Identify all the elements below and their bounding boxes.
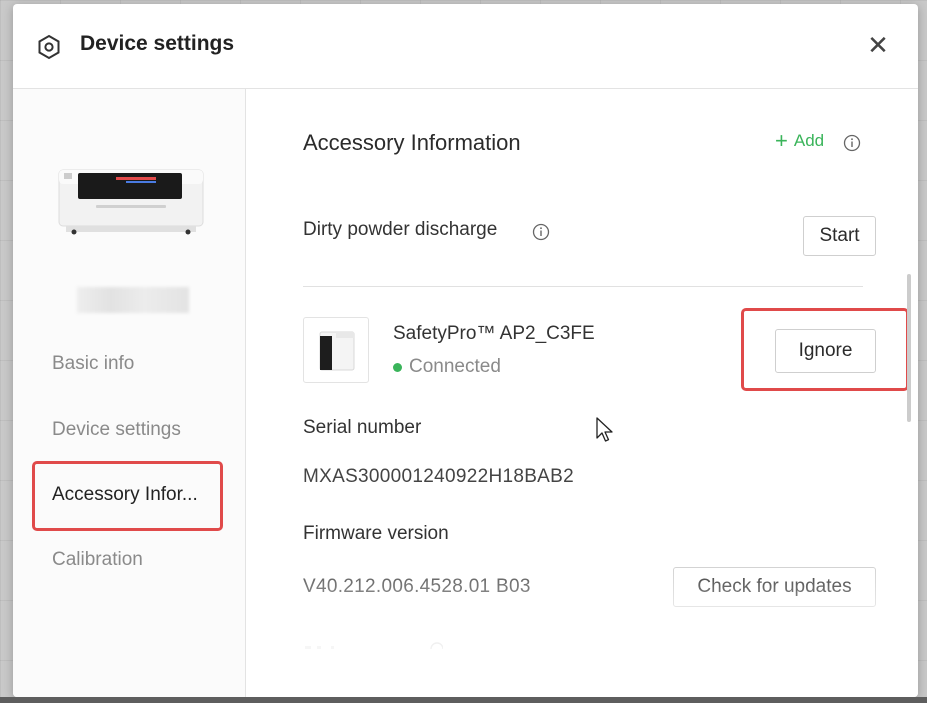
serial-number-value: MXAS300001240922H18BAB2	[303, 466, 574, 487]
info-icon[interactable]	[843, 134, 861, 152]
firmware-version-label: Firmware version	[303, 523, 449, 544]
start-button[interactable]: Start	[803, 216, 876, 256]
printer-image	[58, 169, 204, 235]
divider	[303, 286, 863, 287]
connection-status: Connected	[393, 356, 501, 378]
mouse-cursor-icon	[596, 417, 613, 442]
device-name-redacted	[77, 287, 189, 313]
dialog-title: Device settings	[80, 32, 235, 55]
hexagon-gear-icon	[38, 34, 60, 60]
main-content: Accessory Information + Add Dirty powder…	[246, 89, 918, 697]
firmware-version-value: V40.212.006.4528.01 B03	[303, 576, 531, 597]
plus-icon: +	[775, 128, 788, 153]
status-text: Connected	[409, 356, 501, 377]
dirty-powder-label: Dirty powder discharge	[303, 219, 498, 240]
accessory-name: SafetyPro™ AP2_C3FE	[393, 323, 595, 344]
air-purifier-image	[319, 331, 355, 371]
device-settings-dialog: Device settings ✕ Basic info Device sett…	[13, 4, 918, 697]
dialog-header: Device settings ✕	[13, 4, 918, 89]
add-label: Add	[793, 131, 825, 150]
sidebar-item-basic-info[interactable]: Basic info	[52, 353, 134, 375]
accessory-thumbnail	[303, 317, 369, 383]
add-button[interactable]: + Add	[775, 128, 825, 153]
sidebar: Basic info Device settings Accessory Inf…	[13, 89, 246, 697]
clipped-next-row	[305, 642, 443, 650]
close-icon[interactable]: ✕	[865, 32, 891, 58]
check-for-updates-button[interactable]: Check for updates	[673, 567, 876, 607]
section-title: Accessory Information	[303, 130, 521, 155]
bottom-edge	[0, 697, 927, 703]
sidebar-item-calibration[interactable]: Calibration	[52, 549, 143, 571]
status-dot-icon	[393, 362, 402, 372]
sidebar-item-device-settings[interactable]: Device settings	[52, 419, 181, 441]
info-icon[interactable]	[532, 223, 550, 241]
highlight-box-accessory-tab	[32, 461, 223, 531]
scrollbar[interactable]	[907, 274, 911, 422]
highlight-box-ignore	[741, 308, 909, 391]
serial-number-label: Serial number	[303, 417, 422, 438]
